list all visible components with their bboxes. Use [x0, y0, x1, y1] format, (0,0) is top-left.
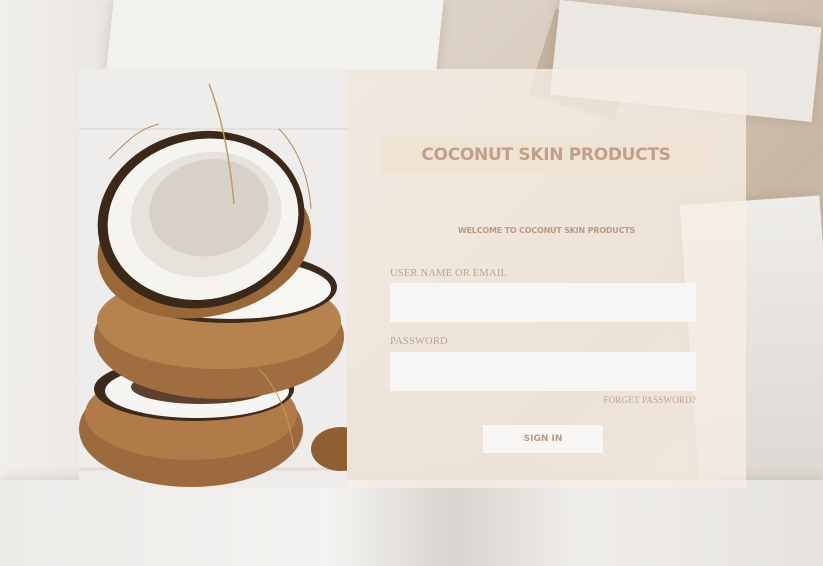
welcome-text: WELCOME TO COCONUT SKIN PRODUCTS [457, 226, 636, 235]
sign-in-button[interactable]: SIGN IN [483, 425, 603, 453]
coconut-illustration [79, 69, 347, 488]
brand-title-box: COCONUT SKIN PRODUCTS [381, 137, 711, 173]
coconut-photo [79, 69, 347, 488]
username-input[interactable] [390, 283, 696, 322]
login-card: COCONUT SKIN PRODUCTS WELCOME TO COCONUT… [79, 69, 746, 488]
forgot-password-link[interactable]: FORGET PASSWORD? [604, 395, 696, 405]
background-slab [0, 480, 823, 566]
background-slab [106, 0, 444, 70]
password-input[interactable] [390, 352, 696, 391]
password-label: PASSWORD [390, 336, 448, 347]
login-panel: COCONUT SKIN PRODUCTS WELCOME TO COCONUT… [347, 69, 746, 488]
username-label: USER NAME OR EMAIL [390, 268, 508, 279]
brand-title: COCONUT SKIN PRODUCTS [421, 145, 671, 165]
